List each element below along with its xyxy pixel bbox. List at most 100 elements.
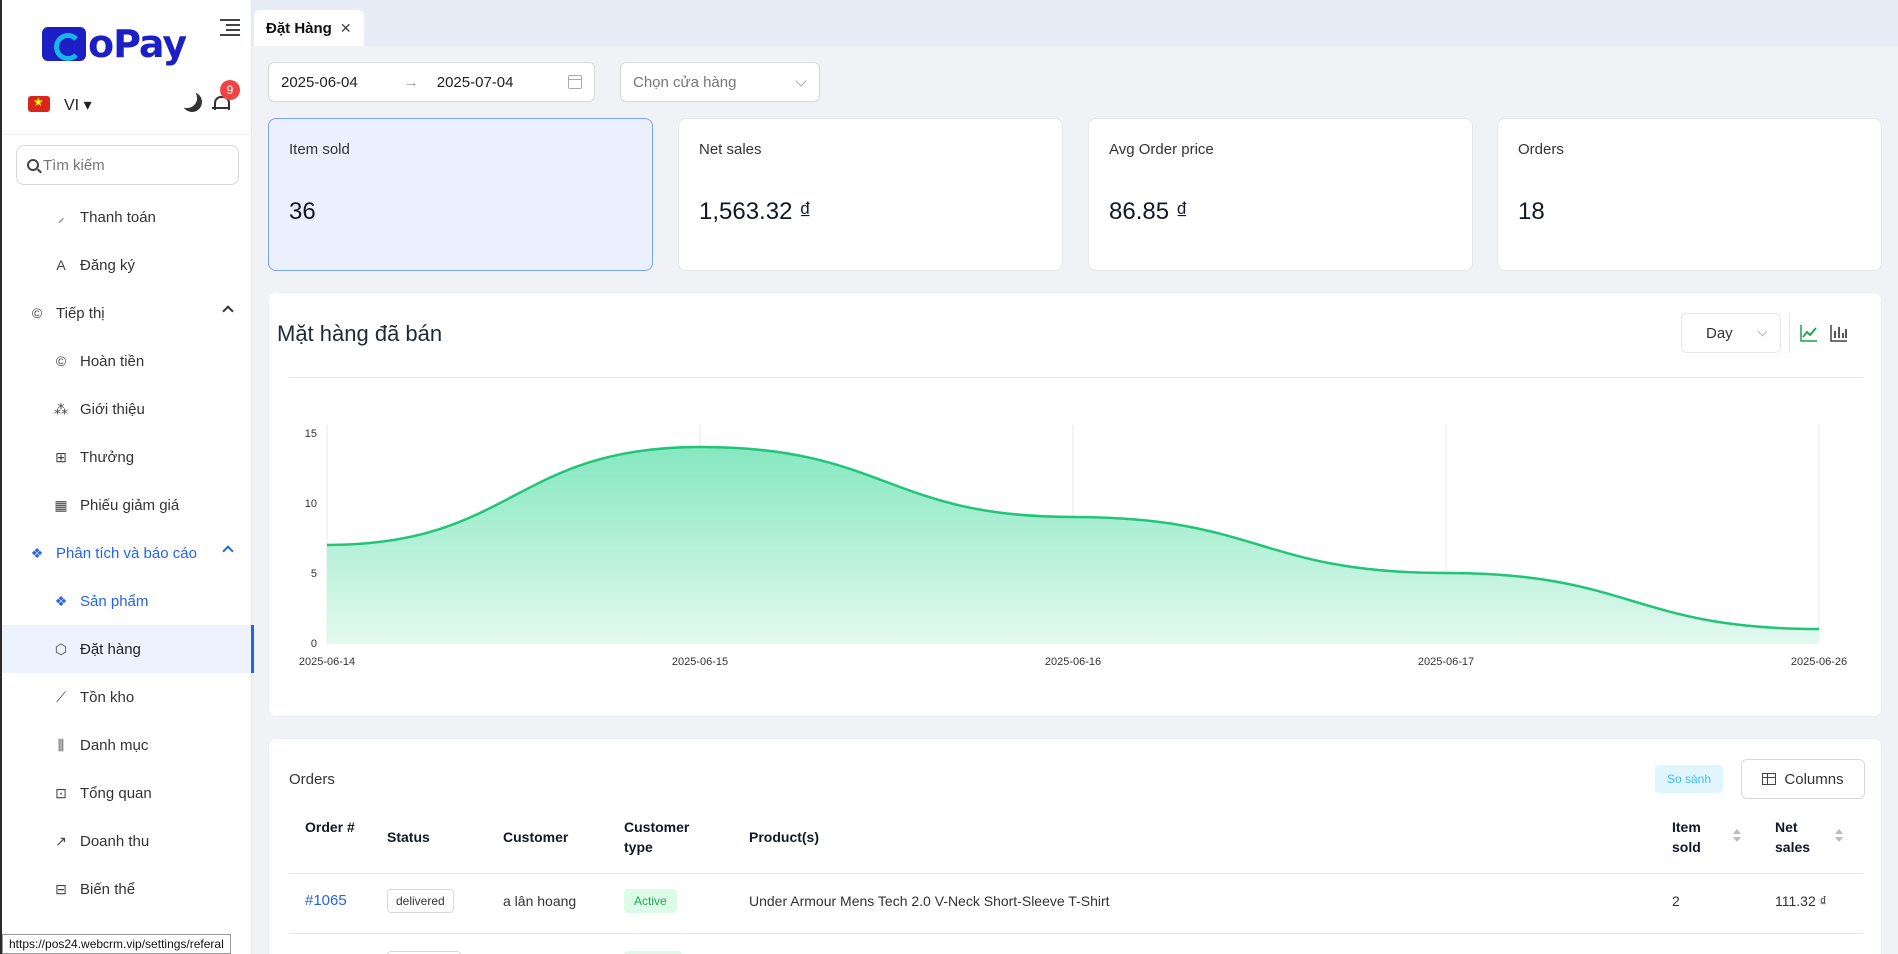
tab-orders[interactable]: Đặt Hàng ✕ <box>254 10 364 46</box>
sort-icon[interactable] <box>1835 829 1843 843</box>
col-header-customer[interactable]: Customer <box>503 827 568 847</box>
sidebar-item-phiếu-giảm-giá[interactable]: ▦ Phiếu giảm giá <box>2 481 252 529</box>
menu-collapse-icon[interactable] <box>220 16 240 36</box>
stat-label: Net sales <box>699 141 762 158</box>
language-row: VI ▾ 9 <box>2 80 251 128</box>
x-tick-label: 2025-06-14 <box>299 656 355 668</box>
stat-label: Avg Order price <box>1109 141 1214 158</box>
sidebar: oPay VI ▾ 9 ⸝ Thanh toán A Đăng ký © Tiếp thị… <box>0 0 254 954</box>
product-name: Under Armour Mens Tech 2.0 V-Neck Short-… <box>749 893 1110 909</box>
calendar-icon: ▦ <box>54 496 68 513</box>
stat-card-avg-order-price[interactable]: Avg Order price 86.85 ₫ <box>1088 118 1473 271</box>
order-icon: ⬡ <box>54 640 68 657</box>
payment-icon: ⸝ <box>57 208 65 225</box>
date-range-picker[interactable]: 2025-06-04 → 2025-07-04 <box>268 62 595 102</box>
sidebar-item-tồn-kho[interactable]: ⟋ Tồn kho <box>2 673 252 721</box>
sidebar-item-phân-tích-và-báo-cáo[interactable]: ❖ Phân tích và báo cáo <box>2 529 252 577</box>
stat-value: 86.85 ₫ <box>1109 198 1189 225</box>
stat-card-item-sold[interactable]: Item sold 36 <box>268 118 653 271</box>
store-select[interactable]: Chọn cửa hàng <box>620 62 820 102</box>
sidebar-item-label: Đăng ký <box>80 256 136 274</box>
stock-line-icon: ⟋ <box>56 688 66 705</box>
sidebar-item-label: Tổng quan <box>80 784 152 802</box>
col-header-order[interactable]: Order # <box>305 817 355 837</box>
sidebar-item-thưởng[interactable]: ⊞ Thưởng <box>2 433 252 481</box>
store-placeholder: Chọn cửa hàng <box>633 73 737 91</box>
sidebar-item-label: Doanh thu <box>80 832 150 850</box>
y-tick-label: 15 <box>305 428 317 440</box>
sidebar-item-label: Biến thể <box>80 880 136 898</box>
customer-type-badge: Active <box>624 889 677 913</box>
sidebar-item-label: Thanh toán <box>80 208 156 226</box>
stat-card-net-sales[interactable]: Net sales 1,563.32 ₫ <box>678 118 1063 271</box>
order-link[interactable]: #1065 <box>305 892 347 909</box>
sidebar-item-hoàn-tiền[interactable]: © Hoàn tiền <box>2 337 252 385</box>
chevron-down-icon <box>795 75 807 87</box>
status-badge: delivered <box>387 889 454 913</box>
language-selector[interactable]: VI ▾ <box>64 95 92 115</box>
sidebar-item-tiếp-thị[interactable]: © Tiếp thị <box>2 289 252 337</box>
arrow-right-icon: → <box>403 73 419 91</box>
sidebar-search[interactable] <box>16 145 239 185</box>
sidebar-item-danh-mục[interactable]: ⫼ Danh mục <box>2 721 252 769</box>
sidebar-item-label: Đặt hàng <box>80 640 141 658</box>
net-sales-value: 111.32 ₫ <box>1775 893 1827 909</box>
x-tick-label: 2025-06-26 <box>1791 656 1847 668</box>
sidebar-item-sản-phẩm[interactable]: ❖ Sản phẩm <box>2 577 252 625</box>
date-from[interactable]: 2025-06-04 <box>281 74 358 91</box>
referral-icon: ⁂ <box>54 400 68 417</box>
columns-label: Columns <box>1784 770 1844 788</box>
dropbox-icon: ❖ <box>30 544 44 561</box>
copyright-circle-icon: © <box>31 305 43 321</box>
tab-label: Đặt Hàng <box>266 19 332 37</box>
x-tick-label: 2025-06-15 <box>672 656 728 668</box>
sidebar-item-đăng-ký[interactable]: A Đăng ký <box>2 241 252 289</box>
status-bar-url: https://pos24.webcrm.vip/settings/refera… <box>2 934 231 954</box>
item-sold-value: 2 <box>1672 893 1680 909</box>
col-header-item-sold[interactable]: Item sold <box>1672 817 1712 857</box>
logo[interactable]: oPay <box>42 22 187 66</box>
sidebar-item-đặt-hàng[interactable]: ⬡ Đặt hàng <box>2 625 254 673</box>
stat-value: 36 <box>289 198 316 225</box>
revenue-line-icon: ↗ <box>55 832 67 849</box>
sidebar-item-label: Phiếu giảm giá <box>80 496 180 514</box>
sidebar-item-label: Thưởng <box>80 448 135 466</box>
sidebar-item-thanh-toán[interactable]: ⸝ Thanh toán <box>2 193 252 241</box>
compare-badge[interactable]: So sánh <box>1655 765 1724 793</box>
orders-title: Orders <box>289 771 335 788</box>
col-header-products[interactable]: Product(s) <box>749 827 819 847</box>
sidebar-item-tổng-quan[interactable]: ⊡ Tổng quan <box>2 769 252 817</box>
sidebar-item-label: Giới thiệu <box>80 400 145 418</box>
col-header-customer-type[interactable]: Customer type <box>624 817 714 857</box>
stat-label: Item sold <box>289 141 350 158</box>
table-icon <box>1762 773 1777 785</box>
sidebar-item-label: Tiếp thị <box>56 304 105 322</box>
search-input[interactable] <box>43 156 223 174</box>
refund-icon: © <box>55 353 67 369</box>
columns-button[interactable]: Columns <box>1741 759 1865 799</box>
logo-text: oPay <box>88 22 187 66</box>
chevron-up-icon[interactable] <box>222 545 234 557</box>
sidebar-nav: ⸝ Thanh toán A Đăng ký © Tiếp thị © Hoàn tiền ⁂ G… <box>2 193 254 913</box>
register-icon: A <box>56 257 66 273</box>
moon-icon[interactable] <box>179 89 205 115</box>
y-tick-label: 0 <box>311 638 317 650</box>
area-chart: 0 5 10 15 2025-06-14 2025-06-15 2025-06-16 2025… <box>299 425 1847 668</box>
sidebar-item-label: Sản phẩm <box>80 592 149 610</box>
date-to[interactable]: 2025-07-04 <box>437 74 514 91</box>
sidebar-item-doanh-thu[interactable]: ↗ Doanh thu <box>2 817 252 865</box>
notification-badge: 9 <box>220 80 240 100</box>
sidebar-item-label: Danh mục <box>80 736 149 754</box>
sidebar-item-label: Hoàn tiền <box>80 352 145 370</box>
sidebar-item-label: Tồn kho <box>80 688 135 706</box>
close-icon[interactable]: ✕ <box>340 20 352 37</box>
sidebar-item-giới-thiệu[interactable]: ⁂ Giới thiệu <box>2 385 252 433</box>
stat-card-orders[interactable]: Orders 18 <box>1497 118 1882 271</box>
sort-icon[interactable] <box>1733 829 1741 843</box>
col-header-status[interactable]: Status <box>387 827 430 847</box>
chevron-up-icon[interactable] <box>222 305 234 317</box>
col-header-net-sales[interactable]: Net sales <box>1775 817 1815 857</box>
x-tick-label: 2025-06-16 <box>1045 656 1101 668</box>
sidebar-item-biến-thể[interactable]: ⊟ Biến thể <box>2 865 252 913</box>
calendar-icon <box>568 75 582 89</box>
